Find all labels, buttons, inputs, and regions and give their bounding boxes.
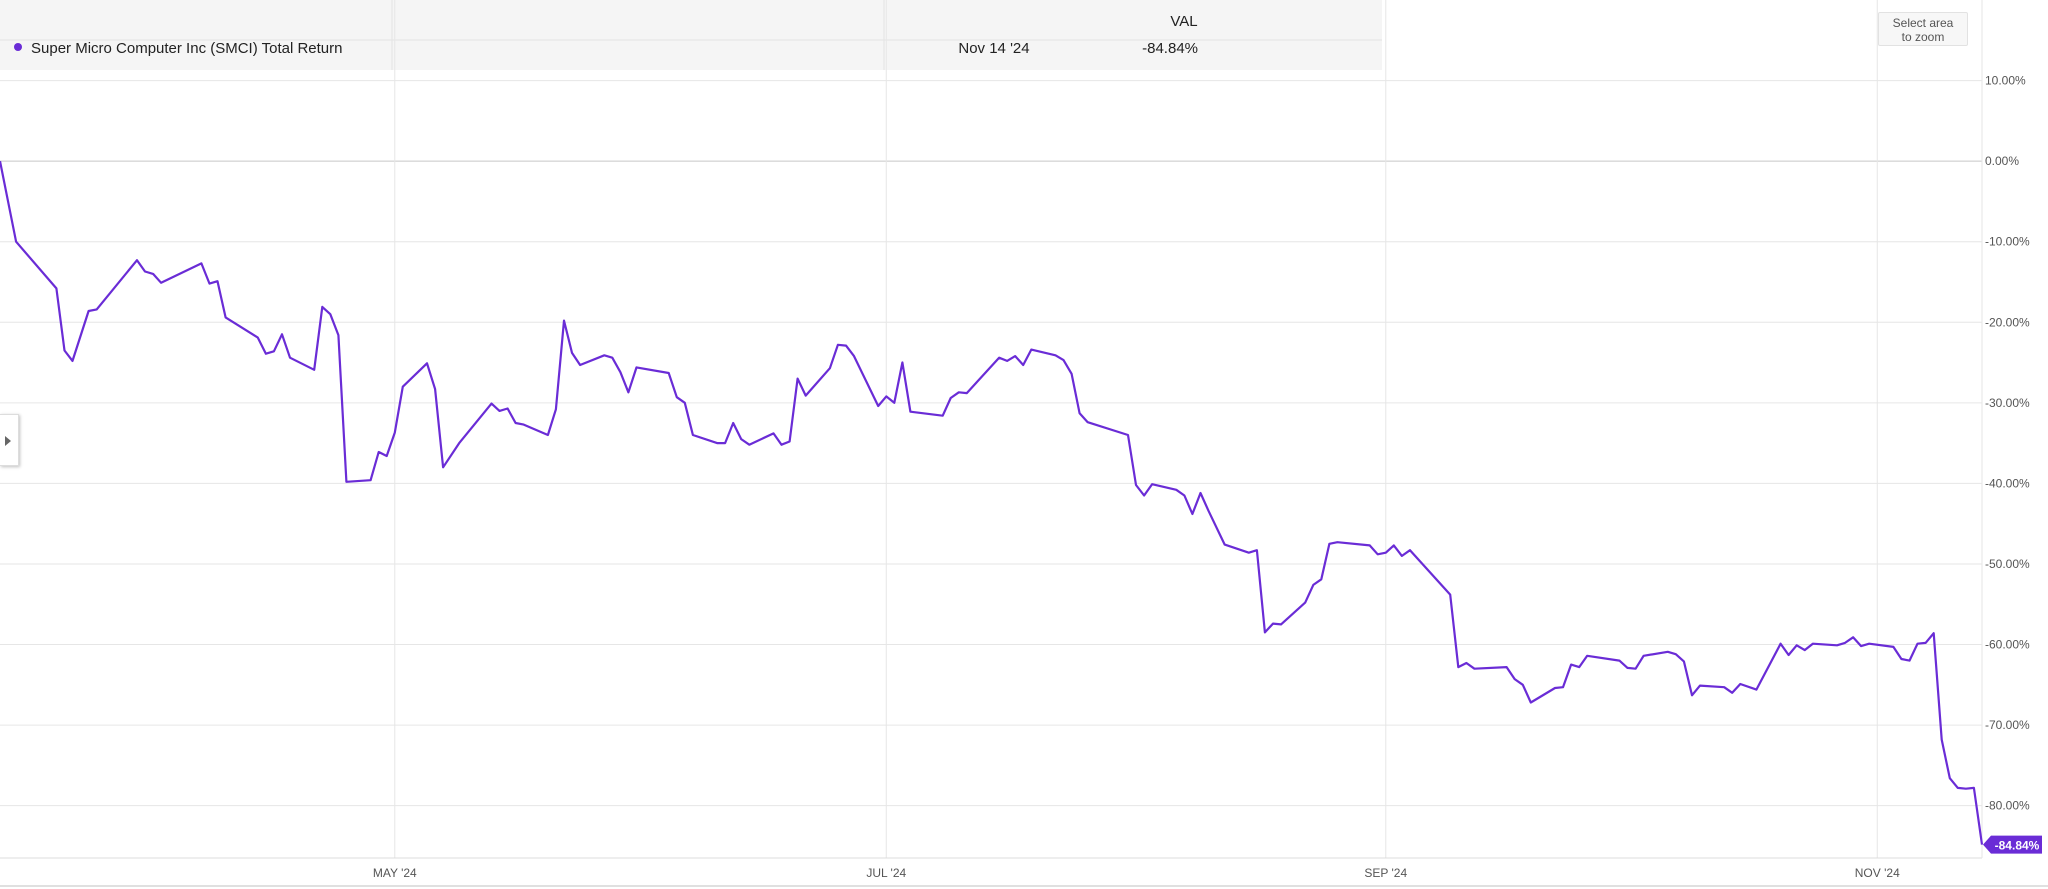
line-chart[interactable]: 10.00% 0.00% -10.00% -20.00% -30.00% -40.00% -…: [0, 0, 2048, 889]
x-tick-label: MAY '24: [373, 866, 417, 880]
x-tick-label: NOV '24: [1855, 866, 1900, 880]
axis-ticks: 10.00% 0.00% -10.00% -20.00% -30.00% -40.00% -…: [373, 74, 2030, 880]
y-tick-label: -10.00%: [1985, 235, 2030, 249]
last-value-label: -84.84%: [1995, 839, 2040, 853]
x-tick-label: SEP '24: [1364, 866, 1407, 880]
zoom-hint-box: Select area to zoom: [1878, 12, 1968, 46]
y-tick-label: -70.00%: [1985, 718, 2030, 732]
legend-date: Nov 14 '24: [958, 40, 1029, 57]
y-tick-label: -30.00%: [1985, 396, 2030, 410]
legend-series-label: Super Micro Computer Inc (SMCI) Total Re…: [31, 40, 343, 57]
legend-series-marker: [14, 43, 22, 51]
zoom-hint-line-1: Select area: [1892, 16, 1954, 30]
y-tick-label: 0.00%: [1985, 154, 2019, 168]
y-tick-label: -20.00%: [1985, 315, 2030, 329]
y-tick-label: 10.00%: [1985, 74, 2026, 88]
series-line: [0, 160, 1984, 845]
series-layer: [0, 160, 1984, 845]
zoom-hint-line-2: to zoom: [1901, 30, 1945, 44]
y-tick-label: -60.00%: [1985, 638, 2030, 652]
legend-column-header: VAL: [1170, 13, 1197, 30]
y-tick-label: -40.00%: [1985, 476, 2030, 490]
x-tick-label: JUL '24: [866, 866, 906, 880]
side-panel-expand-button[interactable]: [0, 414, 19, 466]
y-tick-label: -80.00%: [1985, 799, 2030, 813]
gridlines: [0, 0, 2048, 887]
y-tick-label: -50.00%: [1985, 557, 2030, 571]
legend-panel-bg: [0, 0, 1382, 70]
legend-value: -84.84%: [1142, 40, 1198, 57]
last-value-badge-layer: -84.84%: [1983, 835, 2042, 854]
